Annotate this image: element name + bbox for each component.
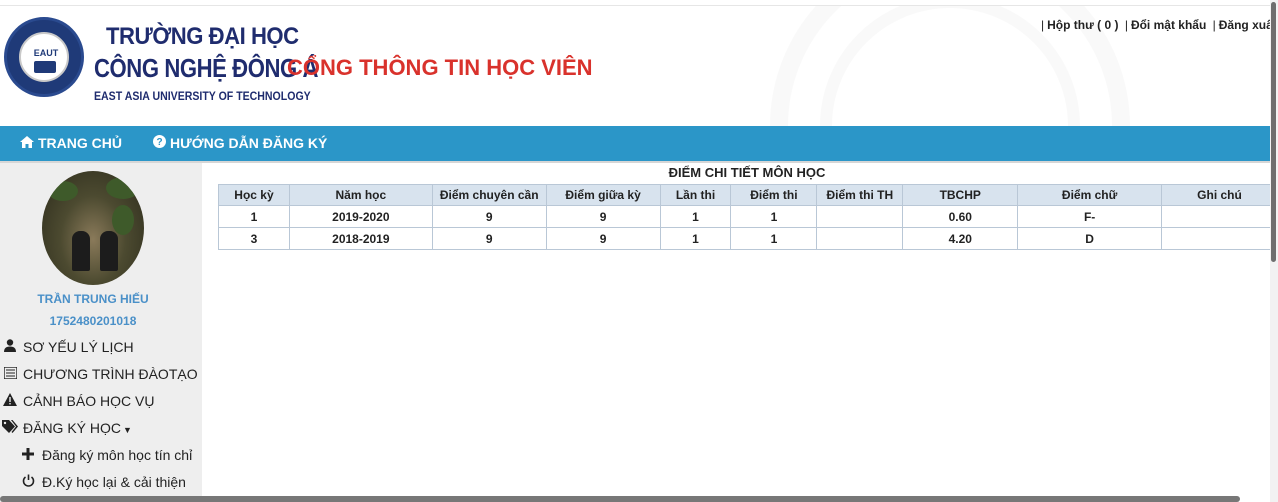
school-name-line1: TRƯỜNG ĐẠI HỌC — [106, 23, 299, 50]
top-links: |Hộp thư ( 0 ) |Đổi mật khẩu |Đăng xuất — [1038, 18, 1270, 32]
col-header-tbchp: TBCHP — [902, 184, 1019, 206]
main-navbar: TRANG CHỦ ? HƯỚNG DẪN ĐĂNG KÝ — [0, 126, 1270, 161]
cell-midterm: 9 — [545, 227, 661, 250]
cell-practical-exam — [816, 227, 904, 250]
cell-practical-exam — [816, 205, 904, 228]
table-header-row: Học kỳ Năm học Điểm chuyên cần Điểm giữa… — [218, 184, 1278, 206]
svg-text:?: ? — [156, 137, 162, 148]
cell-letter-grade: D — [1017, 227, 1163, 250]
cell-semester: 1 — [218, 205, 290, 228]
link-separator: | — [1124, 18, 1128, 32]
cell-attempt: 1 — [659, 227, 732, 250]
inbox-link[interactable]: Hộp thư ( 0 ) — [1047, 18, 1118, 32]
nav-guide-label: HƯỚNG DẪN ĐĂNG KÝ — [170, 135, 328, 151]
col-header-year: Năm học — [288, 184, 433, 206]
submenu-item-label: Đ.Ký học lại & cải thiện — [42, 474, 186, 490]
cell-attempt: 1 — [659, 205, 732, 228]
sidebar-item-label: CHƯƠNG TRÌNH ĐÀOTẠO — [23, 366, 198, 382]
cell-notes — [1161, 227, 1278, 250]
sidebar-item-label: CẢNH BÁO HỌC VỤ — [23, 393, 155, 409]
school-logo[interactable]: EAUT — [4, 17, 84, 97]
cell-letter-grade: F- — [1017, 205, 1163, 228]
plus-icon — [20, 444, 36, 468]
cell-year: 2018-2019 — [288, 227, 433, 250]
logout-link[interactable]: Đăng xuất — [1219, 18, 1270, 32]
link-separator: | — [1212, 18, 1216, 32]
col-header-practical-exam: Điểm thi TH — [816, 184, 904, 206]
cell-midterm: 9 — [545, 205, 661, 228]
col-header-letter-grade: Điểm chữ — [1017, 184, 1163, 206]
col-header-midterm: Điểm giữa kỳ — [545, 184, 661, 206]
col-header-attendance: Điểm chuyên cần — [431, 184, 547, 206]
table-row: 1 2019-2020 9 9 1 1 0.60 F- — [218, 205, 1278, 228]
user-icon — [0, 336, 20, 360]
nav-home[interactable]: TRANG CHỦ — [20, 126, 122, 161]
sidebar-item-label: SƠ YẾU LÝ LỊCH — [23, 339, 134, 355]
list-icon — [0, 363, 20, 387]
nav-guide[interactable]: ? HƯỚNG DẪN ĐĂNG KÝ — [153, 126, 327, 161]
horizontal-scrollbar[interactable] — [0, 496, 1240, 502]
sidebar: TRẦN TRUNG HIẾU 1752480201018 SƠ YẾU LÝ … — [0, 163, 202, 502]
portal-title: CỔNG THÔNG TIN HỌC VIÊN — [287, 55, 593, 80]
submenu-item-credit-registration[interactable]: Đăng ký môn học tín chỉ — [20, 443, 192, 467]
warning-icon — [0, 390, 20, 414]
cell-attendance: 9 — [431, 205, 547, 228]
col-header-notes: Ghi chú — [1161, 184, 1278, 206]
power-icon — [20, 471, 36, 495]
user-id: 1752480201018 — [49, 314, 137, 328]
sidebar-item-label: ĐĂNG KÝ HỌC — [23, 420, 122, 436]
cell-notes — [1161, 205, 1278, 228]
vertical-scrollbar-thumb[interactable] — [1271, 2, 1276, 262]
col-header-exam: Điểm thi — [730, 184, 818, 206]
col-header-semester: Học kỳ — [218, 184, 290, 206]
tags-icon — [0, 417, 20, 441]
section-title: ĐIỂM CHI TIẾT MÔN HỌC — [668, 165, 826, 180]
avatar[interactable] — [42, 171, 144, 285]
cell-exam: 1 — [730, 205, 818, 228]
question-circle-icon: ? — [153, 126, 166, 161]
submenu-item-label: Đăng ký môn học tín chỉ — [42, 447, 193, 463]
cell-exam: 1 — [730, 227, 818, 250]
link-separator: | — [1041, 18, 1045, 32]
cell-tbchp: 0.60 — [902, 205, 1019, 228]
cell-year: 2019-2020 — [288, 205, 433, 228]
book-icon — [34, 61, 56, 73]
logo-text: EAUT — [33, 48, 59, 58]
sidebar-item-course-registration[interactable]: ĐĂNG KÝ HỌC ▼ — [0, 416, 132, 440]
home-icon — [20, 126, 34, 161]
change-password-link[interactable]: Đổi mật khẩu — [1131, 18, 1206, 32]
school-name-english: EAST ASIA UNIVERSITY OF TECHNOLOGY — [94, 89, 311, 103]
cell-semester: 3 — [218, 227, 290, 250]
col-header-attempt: Lần thi — [659, 184, 732, 206]
cell-tbchp: 4.20 — [902, 227, 1019, 250]
sidebar-item-profile[interactable]: SƠ YẾU LÝ LỊCH — [0, 335, 134, 359]
header: EAUT TRƯỜNG ĐẠI HỌC CÔNG NGHỆ ĐÔNG Á EAS… — [0, 6, 1270, 126]
grade-detail-table: Học kỳ Năm học Điểm chuyên cần Điểm giữa… — [218, 184, 1278, 250]
sidebar-item-curriculum[interactable]: CHƯƠNG TRÌNH ĐÀOTẠO — [0, 362, 198, 386]
table-row: 3 2018-2019 9 9 1 1 4.20 D — [218, 227, 1278, 250]
user-name: TRẦN TRUNG HIẾU — [37, 292, 149, 306]
school-name-line2: CÔNG NGHỆ ĐÔNG Á — [94, 53, 319, 83]
caret-down-icon: ▼ — [123, 425, 132, 435]
cell-attendance: 9 — [431, 227, 547, 250]
sidebar-item-academic-warning[interactable]: CẢNH BÁO HỌC VỤ — [0, 389, 154, 413]
nav-home-label: TRANG CHỦ — [38, 135, 122, 151]
submenu-item-retake-registration[interactable]: Đ.Ký học lại & cải thiện — [20, 470, 186, 494]
